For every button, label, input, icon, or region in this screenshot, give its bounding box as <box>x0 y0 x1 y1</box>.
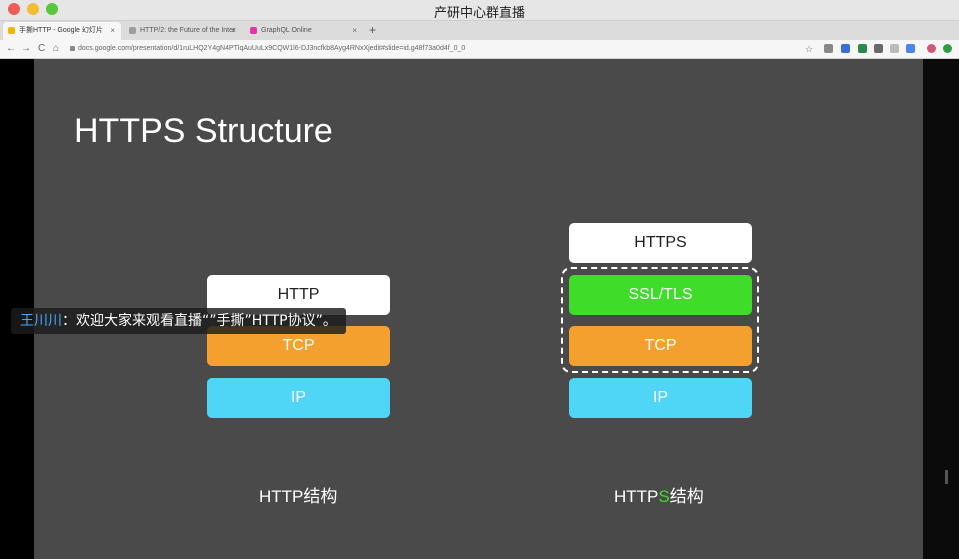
bookmark-star-icon[interactable]: ☆ <box>805 40 813 58</box>
back-icon[interactable]: ← <box>6 40 16 58</box>
caption-prefix: HTTP <box>614 487 659 506</box>
window-title: 产研中心群直播 <box>433 6 525 21</box>
https-layer-box: HTTPS <box>569 223 752 263</box>
tab-http2[interactable]: HTTP/2: the Future of the Inter × <box>124 22 242 40</box>
forward-icon[interactable]: → <box>21 40 31 58</box>
extension-icon[interactable] <box>943 44 952 53</box>
extension-icon[interactable] <box>841 44 850 53</box>
right-margin <box>923 59 959 559</box>
url-field[interactable]: docs.google.com/presentation/d/1ruLHQ2Y4… <box>78 42 798 56</box>
comment-username: 王川川 <box>20 313 62 329</box>
extension-icon[interactable] <box>824 44 833 53</box>
translate-icon[interactable] <box>906 44 915 53</box>
extension-icon[interactable] <box>858 44 867 53</box>
scrollbar-handle[interactable] <box>945 470 948 484</box>
profile-avatar[interactable] <box>927 44 936 53</box>
comment-text: 欢迎大家来观看直播“”手撕”HTTP协议”。 <box>76 313 337 329</box>
caption-highlight: S <box>658 487 670 506</box>
tab-slides[interactable]: 手撕HTTP - Google 幻灯片 × <box>3 22 121 40</box>
tcp-layer-box: TCP <box>569 326 752 366</box>
reload-icon[interactable]: C <box>38 40 45 58</box>
live-comment: 王川川：欢迎大家来观看直播“”手撕”HTTP协议”。 <box>11 308 346 334</box>
lock-icon <box>70 46 75 51</box>
tab-bar: 手撕HTTP - Google 幻灯片 × HTTP/2: the Future… <box>0 21 959 40</box>
tab-graphql[interactable]: GraphQL Online × <box>245 22 363 40</box>
ip-layer-box: IP <box>207 378 390 418</box>
tab-close-icon[interactable]: × <box>352 22 357 40</box>
tab-label: GraphQL Online <box>261 27 312 34</box>
caption-suffix: 结构 <box>669 487 704 506</box>
extension-icon[interactable] <box>874 44 883 53</box>
window-titlebar: 产研中心群直播 <box>0 0 959 21</box>
tab-close-icon[interactable]: × <box>110 22 115 40</box>
ip-layer-box: IP <box>569 378 752 418</box>
tab-close-icon[interactable]: × <box>231 22 236 40</box>
comment-separator: ： <box>62 313 76 329</box>
tab-label: 手撕HTTP - Google 幻灯片 <box>19 27 103 34</box>
graphql-favicon-icon <box>250 27 257 34</box>
new-tab-button[interactable]: + <box>369 21 376 40</box>
http-structure-caption: HTTP结构 <box>259 487 338 506</box>
extension-icon[interactable] <box>890 44 899 53</box>
page-favicon-icon <box>129 27 136 34</box>
tab-label: HTTP/2: the Future of the Inter <box>140 27 236 34</box>
ssl-tls-layer-box: SSL/TLS <box>569 275 752 315</box>
https-structure-caption: HTTPS结构 <box>614 482 704 507</box>
slides-favicon-icon <box>8 27 15 34</box>
address-bar: ← → C ⌂ docs.google.com/presentation/d/1… <box>0 40 959 59</box>
home-icon[interactable]: ⌂ <box>53 40 59 58</box>
slide-title: HTTPS Structure <box>74 112 333 150</box>
